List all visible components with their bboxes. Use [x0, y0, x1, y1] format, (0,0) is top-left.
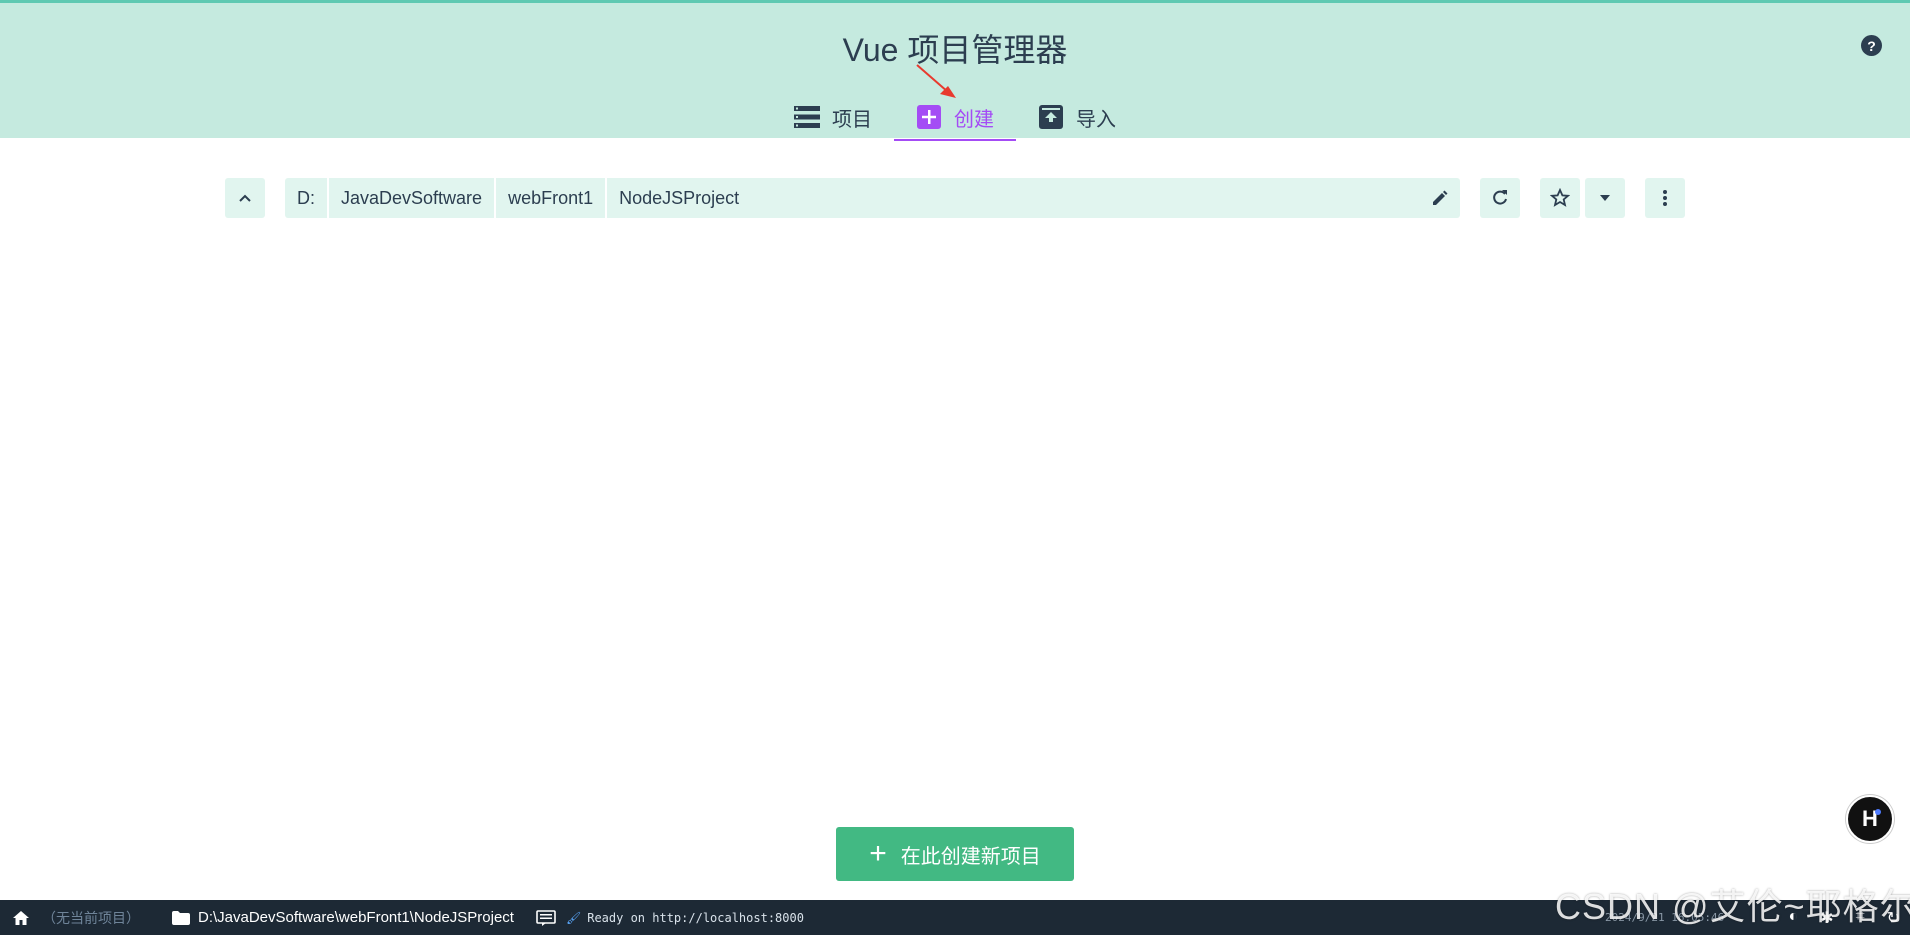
- path-segment[interactable]: D:: [285, 178, 329, 218]
- folder-up-button[interactable]: [225, 178, 265, 218]
- annotation-arrow-icon: [916, 64, 956, 98]
- chevron-up-icon: [239, 194, 251, 202]
- list-icon: [794, 105, 820, 129]
- tab-import[interactable]: 导入: [1016, 93, 1138, 141]
- caret-down-icon: [1600, 195, 1610, 201]
- vue-project-manager: Vue 项目管理器 ? 项目 创建 导入 D: JavaDevSoftware …: [0, 0, 1910, 935]
- tab-label: 创建: [954, 108, 994, 131]
- path-segment[interactable]: webFront1: [496, 178, 608, 218]
- watermark: CSDN @艾伦~耶格尔: [1555, 886, 1910, 927]
- unarchive-icon: [1038, 105, 1064, 129]
- home-icon[interactable]: [12, 910, 30, 926]
- log-message-text: Ready on http://localhost:8000: [587, 910, 804, 925]
- favorites-dropdown-button[interactable]: [1585, 178, 1625, 218]
- add-box-icon: [916, 105, 942, 129]
- refresh-icon: [1493, 190, 1507, 205]
- path-breadcrumb: D: JavaDevSoftware webFront1 NodeJSProje…: [285, 178, 1460, 218]
- help-icon[interactable]: ?: [1861, 35, 1882, 56]
- folder-icon: [172, 910, 190, 925]
- brush-icon: 🖌: [565, 910, 582, 925]
- current-path-text: D:\JavaDevSoftware\webFront1\NodeJSProje…: [198, 909, 514, 926]
- tab-label: 项目: [832, 108, 872, 131]
- create-new-project-button[interactable]: + 在此创建新项目: [836, 827, 1074, 881]
- path-segment[interactable]: JavaDevSoftware: [329, 178, 497, 218]
- last-log-message[interactable]: 🖌 Ready on http://localhost:8000: [566, 911, 804, 925]
- more-vertical-icon: [1663, 190, 1667, 206]
- console-log-icon[interactable]: [536, 909, 556, 926]
- floating-assistant-icon[interactable]: H: [1846, 795, 1894, 843]
- current-project-status[interactable]: （无当前项目）: [42, 908, 140, 928]
- pencil-icon: [1433, 190, 1448, 205]
- favorite-button[interactable]: [1540, 178, 1580, 218]
- more-options-button[interactable]: [1645, 178, 1685, 218]
- tab-label: 导入: [1076, 108, 1116, 131]
- plus-icon: +: [869, 837, 887, 870]
- tab-projects[interactable]: 项目: [772, 93, 894, 141]
- refresh-button[interactable]: [1480, 178, 1520, 218]
- current-path-status[interactable]: D:\JavaDevSoftware\webFront1\NodeJSProje…: [172, 909, 514, 926]
- create-button-label: 在此创建新项目: [900, 845, 1041, 868]
- star-icon: [1550, 188, 1570, 207]
- path-segment[interactable]: NodeJSProject: [607, 178, 1420, 218]
- path-toolbar: D: JavaDevSoftware webFront1 NodeJSProje…: [225, 178, 1685, 218]
- edit-path-button[interactable]: [1420, 178, 1460, 218]
